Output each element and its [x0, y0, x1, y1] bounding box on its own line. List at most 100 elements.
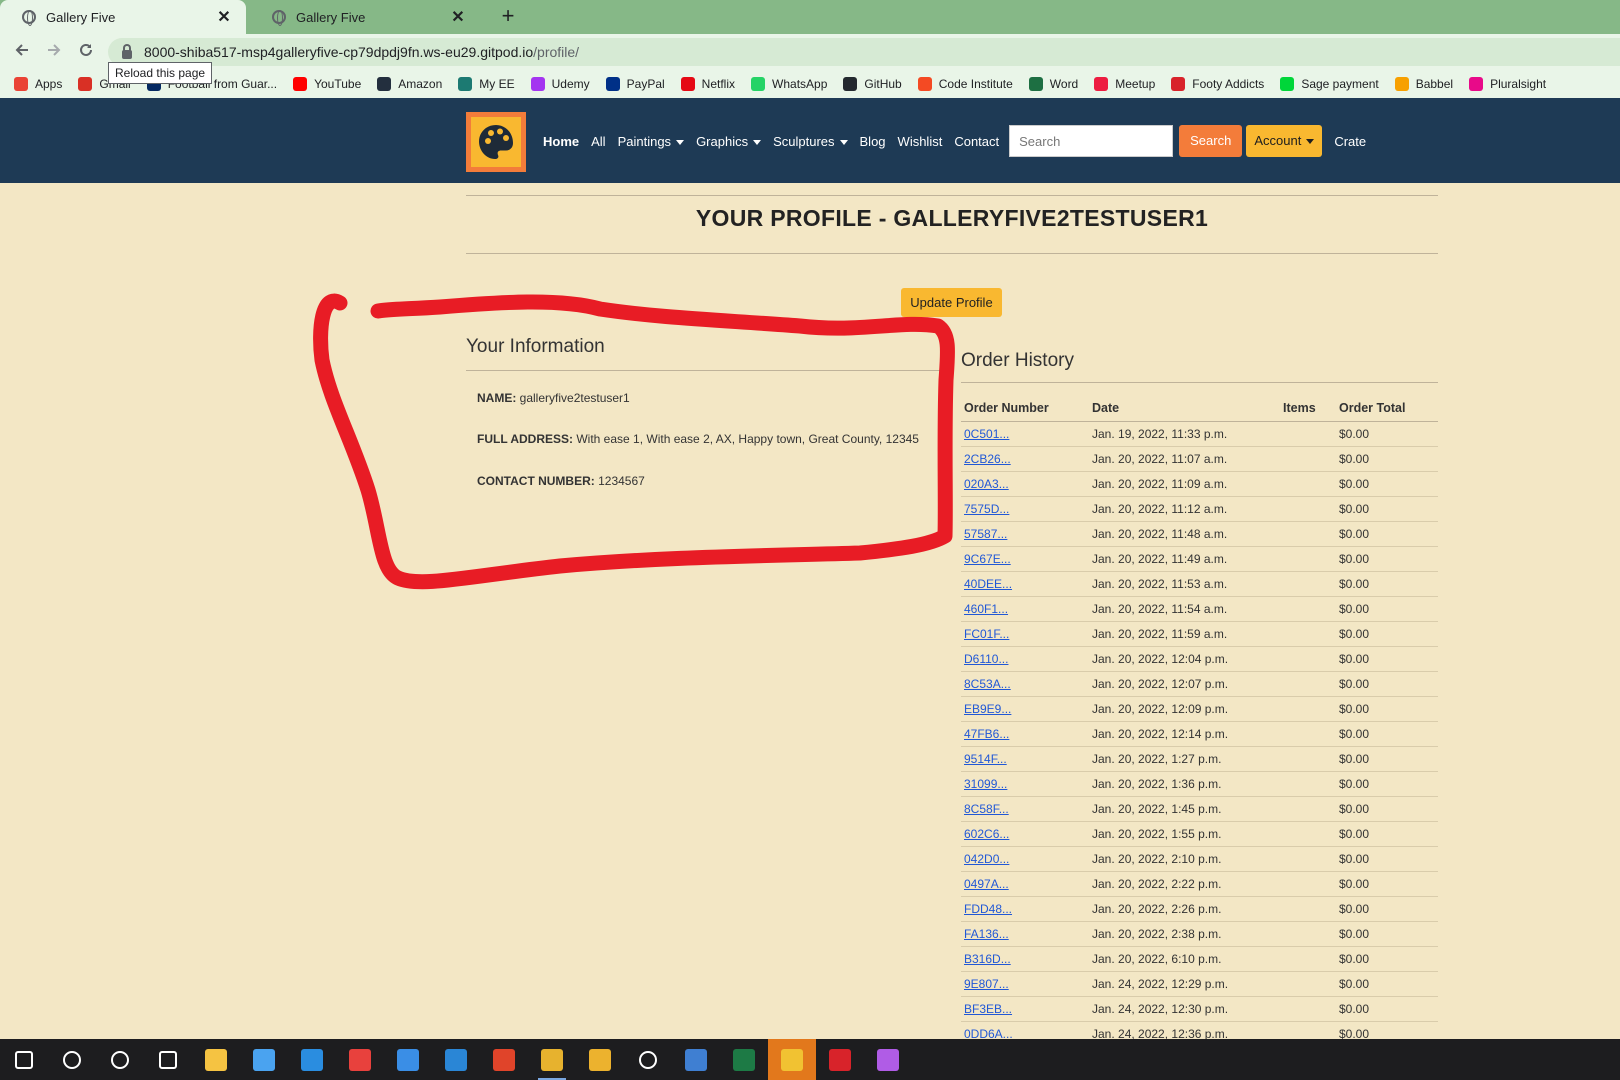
taskbar-item[interactable] [0, 1039, 48, 1080]
taskbar-item[interactable] [336, 1039, 384, 1080]
bookmark-item[interactable]: GitHub [843, 77, 902, 91]
bookmark-item[interactable]: Apps [14, 77, 62, 91]
order-number-link[interactable]: 8C58F... [964, 802, 1009, 816]
order-number-link[interactable]: 042D0... [964, 852, 1009, 866]
order-date-cell: Jan. 20, 2022, 2:10 p.m. [1089, 846, 1280, 872]
new-tab-icon[interactable]: + [496, 4, 520, 28]
order-number-link[interactable]: 57587... [964, 527, 1007, 541]
info-value: With ease 1, With ease 2, AX, Happy town… [576, 432, 919, 446]
order-number-cell: B316D... [961, 946, 1089, 972]
order-date-cell: Jan. 20, 2022, 2:38 p.m. [1089, 921, 1280, 947]
update-profile-button[interactable]: Update Profile [901, 288, 1002, 317]
bookmark-item[interactable]: Udemy [530, 77, 590, 91]
order-number-cell: 47FB6... [961, 721, 1089, 747]
taskbar-item[interactable] [576, 1039, 624, 1080]
order-items-cell [1280, 421, 1336, 447]
order-number-cell: 7575D... [961, 496, 1089, 522]
bookmark-item[interactable]: Code Institute [917, 77, 1013, 91]
order-number-link[interactable]: 0C501... [964, 427, 1009, 441]
bookmark-item[interactable]: Netflix [680, 77, 735, 91]
taskbar-item[interactable] [240, 1039, 288, 1080]
nav-all[interactable]: All [591, 134, 605, 149]
order-number-link[interactable]: D6110... [964, 652, 1008, 666]
bookmark-item[interactable]: Meetup [1094, 77, 1155, 91]
account-dropdown-button[interactable]: Account [1246, 125, 1323, 157]
back-arrow-icon[interactable] [10, 40, 34, 64]
order-number-link[interactable]: B316D... [964, 952, 1011, 966]
order-number-link[interactable]: 7575D... [964, 502, 1009, 516]
bookmark-label: Pluralsight [1490, 77, 1547, 91]
taskbar-item[interactable] [48, 1039, 96, 1080]
order-number-cell: 042D0... [961, 846, 1089, 872]
order-number-link[interactable]: 31099... [964, 777, 1007, 791]
bookmark-item[interactable]: PayPal [605, 77, 665, 91]
bookmark-item[interactable]: WhatsApp [751, 77, 827, 91]
taskbar-item[interactable] [432, 1039, 480, 1080]
taskbar-item[interactable] [768, 1039, 816, 1080]
nav-crate[interactable]: Crate [1334, 134, 1366, 149]
taskbar-item[interactable] [720, 1039, 768, 1080]
reload-icon[interactable] [74, 40, 98, 64]
search-button[interactable]: Search [1179, 125, 1243, 157]
close-tab-icon[interactable]: ✕ [216, 7, 232, 27]
order-total-cell: $0.00 [1336, 621, 1438, 647]
taskbar-item[interactable] [672, 1039, 720, 1080]
taskbar-item[interactable] [192, 1039, 240, 1080]
order-number-link[interactable]: 47FB6... [964, 727, 1009, 741]
bookmark-item[interactable]: Footy Addicts [1171, 77, 1264, 91]
browser-tab-inactive[interactable]: Gallery Five ✕ [250, 0, 480, 34]
order-number-link[interactable]: FC01F... [964, 627, 1009, 641]
order-number-link[interactable]: 9E807... [964, 977, 1009, 991]
bookmark-item[interactable]: YouTube [293, 77, 361, 91]
bookmark-item[interactable]: Sage payment [1280, 77, 1379, 91]
table-row: 47FB6... Jan. 20, 2022, 12:14 p.m. $0.00 [961, 721, 1438, 747]
order-number-link[interactable]: 602C6... [964, 827, 1009, 841]
address-bar[interactable]: 8000-shiba517-msp4galleryfive-cp79dpdj9f… [108, 38, 1620, 66]
close-tab-icon[interactable]: ✕ [450, 7, 466, 27]
main-nav: Home All Paintings Graphics Sculptures B… [543, 125, 1378, 157]
bookmark-item[interactable]: Word [1028, 77, 1078, 91]
order-number-cell: 57587... [961, 521, 1089, 547]
pluralsight-icon [1469, 77, 1484, 91]
taskbar-item[interactable] [96, 1039, 144, 1080]
bookmark-item[interactable]: Pluralsight [1469, 77, 1546, 91]
nav-home[interactable]: Home [543, 134, 579, 149]
nav-graphics-dropdown[interactable]: Graphics [696, 134, 762, 149]
taskbar-item[interactable] [384, 1039, 432, 1080]
order-total-cell: $0.00 [1336, 796, 1438, 822]
order-number-link[interactable]: 020A3... [964, 477, 1009, 491]
taskbar-item[interactable] [624, 1039, 672, 1080]
taskbar-item[interactable] [480, 1039, 528, 1080]
taskbar-item[interactable] [816, 1039, 864, 1080]
order-number-link[interactable]: BF3EB... [964, 1002, 1012, 1016]
nav-contact[interactable]: Contact [954, 134, 999, 149]
order-number-link[interactable]: FDD48... [964, 902, 1012, 916]
order-number-link[interactable]: 8C53A... [964, 677, 1011, 691]
site-logo[interactable] [466, 112, 526, 172]
order-number-link[interactable]: FA136... [964, 927, 1009, 941]
forward-arrow-icon[interactable] [42, 40, 66, 64]
browser-tab-active[interactable]: Gallery Five ✕ [0, 0, 246, 34]
whatsapp-icon [751, 77, 766, 91]
nav-sculptures-dropdown[interactable]: Sculptures [773, 134, 848, 149]
taskbar-item[interactable] [144, 1039, 192, 1080]
order-number-link[interactable]: 9C67E... [964, 552, 1011, 566]
bookmark-item[interactable]: My EE [458, 77, 515, 91]
nav-blog[interactable]: Blog [860, 134, 886, 149]
order-number-link[interactable]: EB9E9... [964, 702, 1011, 716]
search-input[interactable] [1009, 125, 1174, 157]
taskbar-item[interactable] [528, 1039, 576, 1080]
order-number-link[interactable]: 9514F... [964, 752, 1007, 766]
order-number-link[interactable]: 0497A... [964, 877, 1009, 891]
caret-down-icon [676, 139, 685, 145]
order-number-link[interactable]: 2CB26... [964, 452, 1011, 466]
taskbar-item[interactable] [288, 1039, 336, 1080]
nav-paintings-dropdown[interactable]: Paintings [618, 134, 685, 149]
order-number-link[interactable]: 40DEE... [964, 577, 1012, 591]
bookmark-item[interactable]: Babbel [1394, 77, 1453, 91]
bookmark-item[interactable]: Amazon [377, 77, 442, 91]
order-number-link[interactable]: 460F1... [964, 602, 1008, 616]
order-history-heading: Order History [961, 350, 1074, 371]
nav-wishlist[interactable]: Wishlist [898, 134, 943, 149]
taskbar-item[interactable] [864, 1039, 912, 1080]
